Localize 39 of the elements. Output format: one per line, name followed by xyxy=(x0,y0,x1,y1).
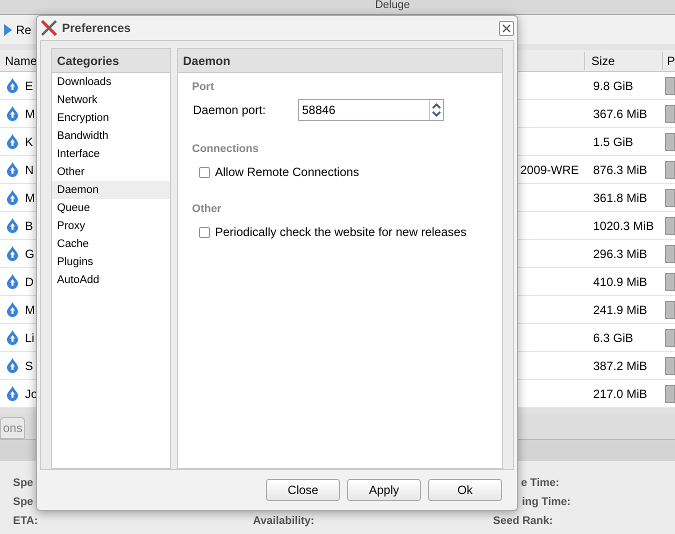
table-cell: 9.8 GiB xyxy=(593,78,634,92)
table-cell: 1020.3 MiB xyxy=(593,218,654,232)
detail-label: Seed Rank: xyxy=(493,515,553,528)
torrent-name: E xyxy=(25,78,34,94)
section-title: Port xyxy=(192,80,215,95)
torrent-name: S xyxy=(25,358,34,374)
torrent-name: M xyxy=(25,302,35,318)
torrent-name: K xyxy=(25,134,34,150)
detail-label: e Time: xyxy=(521,477,560,490)
detail-label: ing Time: xyxy=(522,496,571,508)
torrent-name: D xyxy=(25,274,34,290)
torrent-name: Li xyxy=(25,330,34,346)
table-cell: 6.3 GiB xyxy=(593,330,634,344)
torrent-name: B xyxy=(25,218,34,234)
table-cell: 241.9 MiB xyxy=(593,302,648,316)
table-cell: 296.3 MiB xyxy=(593,246,648,260)
detail-label: Availability: xyxy=(253,515,314,528)
table-cell: 410.9 MiB xyxy=(593,274,648,288)
detail-label: Spe xyxy=(13,477,34,490)
port-label: Daemon port: xyxy=(193,102,267,119)
table-cell: 2009-WRE xyxy=(520,162,579,176)
torrent-name: G xyxy=(25,246,34,262)
dialog-title: Preferences xyxy=(62,20,131,37)
table-cell: 361.8 MiB xyxy=(593,190,648,204)
detail-label: ETA: xyxy=(13,515,38,528)
table-cell: 387.2 MiB xyxy=(593,358,648,372)
panel-header: Categories xyxy=(52,49,170,73)
app-title: Deluge xyxy=(375,0,410,10)
panel-header: Daemon xyxy=(178,49,502,73)
table-cell: 876.3 MiB xyxy=(593,162,648,176)
table-cell: 217.0 MiB xyxy=(593,386,648,400)
detail-label: Spe xyxy=(13,496,34,508)
torrent-name: M xyxy=(25,106,35,122)
table-cell: 367.6 MiB xyxy=(593,106,648,120)
torrent-name: M xyxy=(25,190,35,206)
section-title: Other xyxy=(192,202,222,217)
table-cell: 1.5 GiB xyxy=(593,134,634,148)
torrent-name: N xyxy=(25,162,34,178)
section-title: Connections xyxy=(192,142,260,157)
